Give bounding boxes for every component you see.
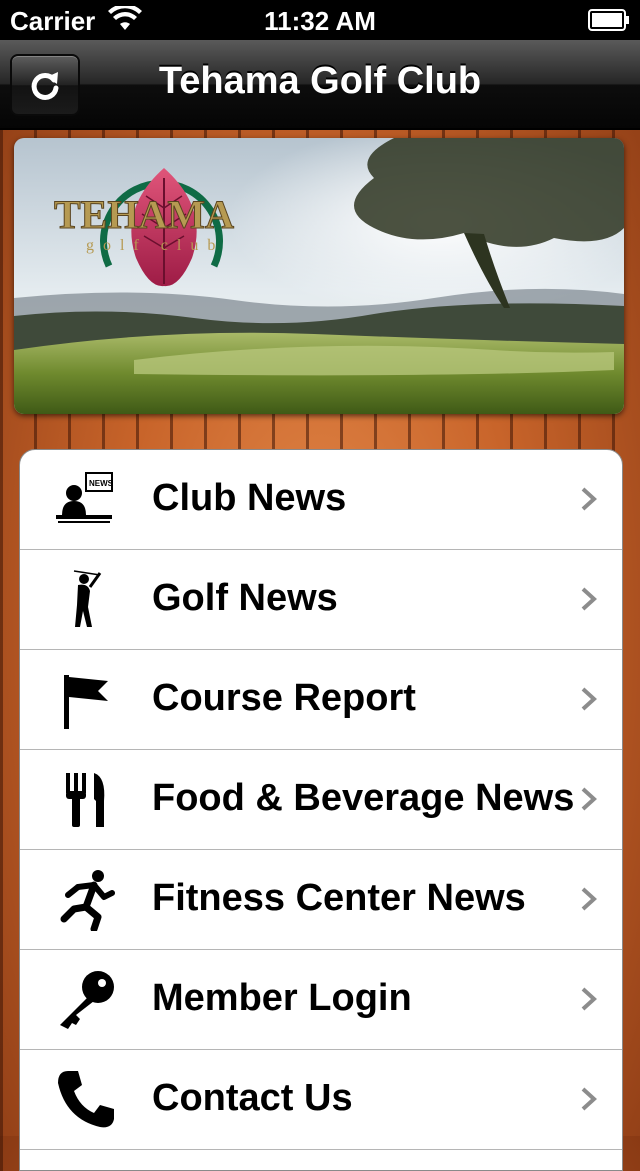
svg-text:NEWS: NEWS [89, 479, 114, 488]
menu-item-member-login[interactable]: Member Login [20, 950, 622, 1050]
menu-item-label: Food & Beverage News [152, 777, 575, 819]
chevron-right-icon [581, 787, 597, 811]
menu-item-course-report[interactable]: Course Report [20, 650, 622, 750]
menu-item-food-beverage-news[interactable]: Food & Beverage News [20, 750, 622, 850]
menu-item-label: Member Login [152, 977, 412, 1019]
navigation-bar: Tehama Golf Club [0, 40, 640, 130]
menu-item-fitness-center-news[interactable]: Fitness Center News [20, 850, 622, 950]
menu-item-label: Golf News [152, 577, 338, 619]
logo-subtext: golf club [86, 237, 224, 254]
menu-item-label: Club News [152, 477, 347, 519]
hero-banner-image: TEHAMA golf club [14, 138, 624, 414]
menu-item-label: Course Report [152, 677, 416, 719]
newspaper-reader-icon: NEWS [56, 472, 114, 523]
chevron-right-icon [581, 587, 597, 611]
battery-icon [588, 9, 630, 36]
menu-item-label: Contact Us [152, 1077, 353, 1119]
phone-icon [58, 1071, 114, 1128]
flag-icon [64, 675, 108, 729]
chevron-right-icon [581, 887, 597, 911]
golfer-icon [73, 570, 102, 627]
chevron-right-icon [581, 1087, 597, 1111]
chevron-right-icon [581, 487, 597, 511]
logo-wordmark: TEHAMA [54, 192, 234, 237]
menu-item-label: Fitness Center News [152, 877, 526, 919]
menu-item-contact-us[interactable]: Contact Us [20, 1050, 622, 1150]
fork-knife-icon [66, 773, 105, 827]
menu-list: NEWS Club News Golf News Course Report F… [19, 449, 623, 1171]
menu-item-golf-news[interactable]: Golf News [20, 550, 622, 650]
runner-icon [60, 870, 115, 931]
status-bar: Carrier 11:32 AM [0, 0, 640, 40]
page-title: Tehama Golf Club [158, 60, 482, 102]
key-icon [60, 971, 114, 1029]
chevron-right-icon [581, 687, 597, 711]
chevron-right-icon [581, 987, 597, 1011]
menu-item-club-news[interactable]: NEWS Club News [20, 450, 622, 550]
status-time: 11:32 AM [264, 6, 376, 36]
